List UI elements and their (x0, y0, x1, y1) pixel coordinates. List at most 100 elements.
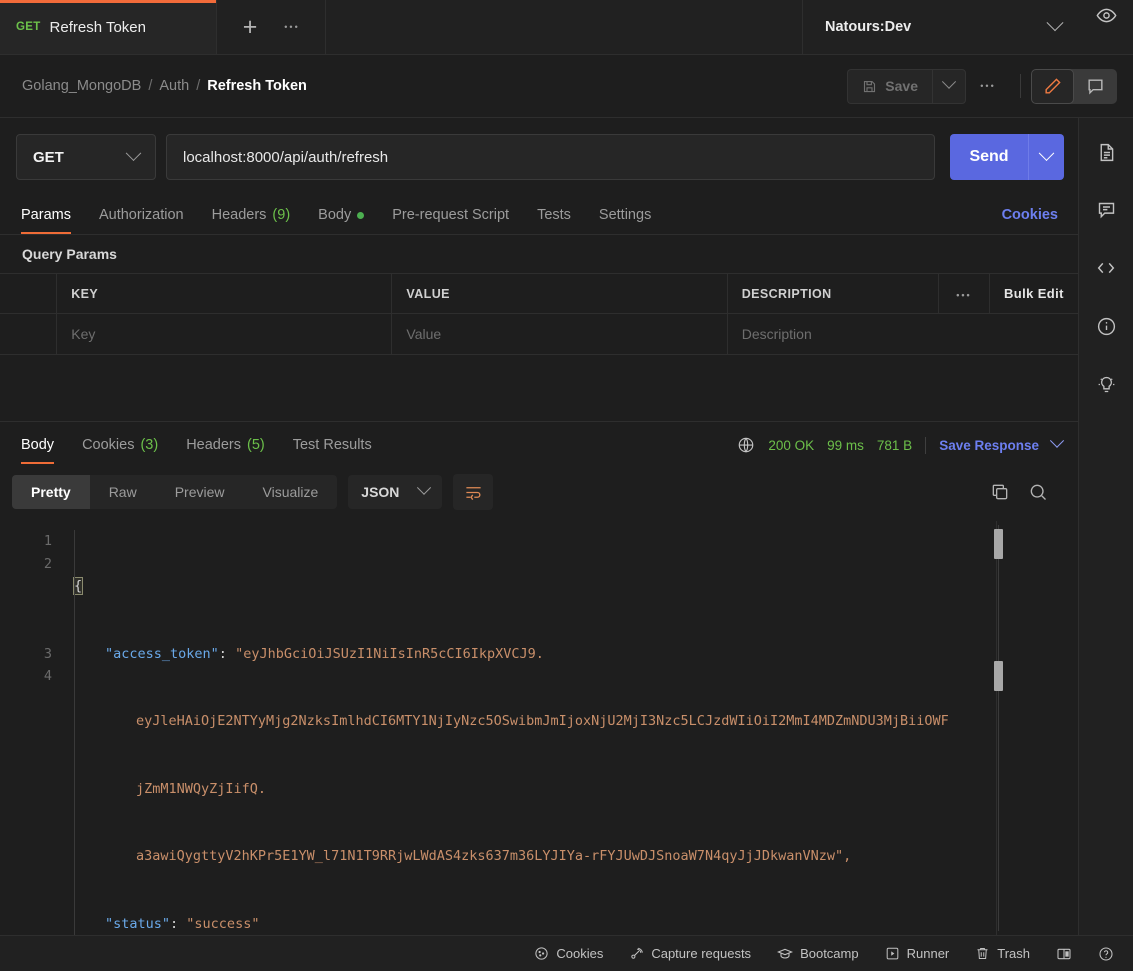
response-tab-headers[interactable]: Headers (5) (172, 437, 279, 464)
sidebar-item-comments[interactable] (1086, 190, 1126, 230)
url-input[interactable] (166, 134, 935, 180)
tab-pre-request-script[interactable]: Pre-request Script (378, 207, 523, 234)
tab-pre-request-script-label: Pre-request Script (392, 207, 509, 223)
edit-mode-button[interactable] (1031, 69, 1074, 104)
request-tabs: Params Authorization Headers (9) Body Pr… (0, 194, 1078, 234)
row-key-input[interactable]: Key (57, 314, 392, 355)
comment-mode-button[interactable] (1074, 69, 1117, 104)
code-line-3: "status": "success" (74, 913, 1078, 936)
body-modified-dot-icon (357, 212, 364, 219)
line-number: 4 (0, 665, 52, 688)
code-line-1: { (74, 575, 1078, 598)
request-tab-refresh-token[interactable]: GET Refresh Token (0, 0, 217, 54)
view-mode-raw[interactable]: Raw (90, 475, 156, 509)
query-params-panel: Query Params KEY VALUE DESCRIPTION ••• (0, 234, 1078, 421)
tab-tests[interactable]: Tests (523, 207, 585, 234)
breadcrumb-collection[interactable]: Golang_MongoDB (22, 78, 141, 94)
column-value: VALUE (392, 274, 727, 314)
save-response-button[interactable]: Save Response (939, 438, 1039, 453)
response-scrollbar[interactable] (994, 521, 1012, 935)
copy-response-button[interactable] (990, 482, 1010, 502)
view-mode-visualize[interactable]: Visualize (244, 475, 338, 509)
footer-trash-label: Trash (997, 946, 1030, 961)
token-value-part-1: "eyJhbGciOiJSUzI1NiIsInR5cCI6IkpXVCJ9. (235, 646, 544, 662)
footer-trash-button[interactable]: Trash (962, 936, 1043, 971)
breadcrumb-folder[interactable]: Auth (159, 78, 189, 94)
response-tab-test-results-label: Test Results (293, 437, 372, 453)
tab-body[interactable]: Body (304, 207, 378, 234)
code-line-2-wrap-c: a3awiQygttyV2hKPr5E1YW_l71N1T9RRjwLWdAS4… (74, 845, 1078, 868)
tab-options-button[interactable]: ••• (273, 8, 311, 46)
tab-tests-label: Tests (537, 207, 571, 223)
send-button[interactable]: Send (950, 134, 1028, 180)
row-description-input[interactable]: Description (727, 314, 1078, 355)
response-tab-headers-label: Headers (186, 437, 241, 453)
tab-params[interactable]: Params (16, 207, 85, 234)
chevron-down-icon (942, 75, 956, 89)
sidebar-item-lightbulb[interactable] (1086, 364, 1126, 404)
footer-runner-button[interactable]: Runner (872, 936, 963, 971)
footer-cookies-button[interactable]: Cookies (521, 936, 616, 971)
footer-help-button[interactable] (1085, 936, 1127, 971)
tab-authorization-label: Authorization (99, 207, 184, 223)
copy-icon (990, 482, 1010, 502)
scrollbar-thumb-top[interactable] (994, 529, 1003, 559)
line-wrap-spacer (0, 575, 52, 598)
search-icon (1028, 482, 1048, 502)
request-more-button[interactable]: ••• (966, 69, 1010, 104)
json-value-status: "success" (186, 916, 259, 932)
breadcrumb-row: Golang_MongoDB / Auth / Refresh Token Sa… (0, 55, 1133, 118)
sidebar-item-info[interactable] (1086, 306, 1126, 346)
lightbulb-icon (1096, 374, 1117, 395)
bulk-edit-button[interactable]: Bulk Edit (989, 274, 1078, 314)
chevron-down-icon (417, 481, 431, 495)
save-button[interactable]: Save (847, 69, 932, 104)
save-options-button[interactable] (932, 69, 966, 104)
json-key-status: "status" (105, 916, 170, 932)
footer-capture-requests-label: Capture requests (651, 946, 751, 961)
footer-layout-button[interactable] (1043, 936, 1085, 971)
response-tab-cookies[interactable]: Cookies (3) (68, 437, 172, 464)
response-status-bar: 200 OK 99 ms 781 B Save Response (737, 436, 1062, 464)
response-format-selector[interactable]: JSON (348, 475, 442, 509)
tab-settings[interactable]: Settings (585, 207, 665, 234)
tab-authorization[interactable]: Authorization (85, 207, 198, 234)
footer-bootcamp-button[interactable]: Bootcamp (764, 936, 872, 971)
postman-window: GET Refresh Token + ••• Natours:Dev G (0, 0, 1133, 971)
tab-headers[interactable]: Headers (9) (198, 207, 305, 234)
floppy-disk-icon (862, 79, 877, 94)
http-method-selector[interactable]: GET (16, 134, 156, 180)
scrollbar-thumb-bottom[interactable] (994, 661, 1003, 691)
wrap-lines-button[interactable] (453, 474, 493, 510)
pencil-icon (1043, 77, 1062, 96)
response-tab-body[interactable]: Body (16, 437, 68, 464)
divider (925, 437, 926, 454)
params-more-button[interactable]: ••• (939, 274, 990, 314)
response-tab-test-results[interactable]: Test Results (279, 437, 386, 464)
new-tab-button[interactable]: + (231, 8, 269, 46)
select-all-cell[interactable] (0, 274, 57, 314)
tab-title-label: Refresh Token (50, 19, 146, 36)
row-value-input[interactable]: Value (392, 314, 727, 355)
chevron-down-icon[interactable] (1050, 434, 1064, 448)
response-body-viewer[interactable]: 1 2 3 4 { "access_token": "eyJhbGciOiJSU… (0, 521, 1078, 935)
more-horizontal-icon: ••• (284, 22, 299, 32)
search-response-button[interactable] (1028, 482, 1048, 502)
save-group: Save (847, 69, 966, 104)
breadcrumb-request[interactable]: Refresh Token (207, 78, 307, 94)
params-empty-space (0, 355, 1078, 421)
view-mode-pretty[interactable]: Pretty (12, 475, 90, 509)
sidebar-item-code-snippet[interactable] (1086, 248, 1126, 288)
row-checkbox-cell[interactable] (0, 314, 57, 355)
request-cookies-link[interactable]: Cookies (1002, 207, 1062, 234)
sidebar-item-documentation[interactable] (1086, 132, 1126, 172)
table-row: Key Value Description (0, 314, 1078, 355)
network-globe-icon[interactable] (737, 436, 755, 454)
environment-quick-look-button[interactable] (1079, 0, 1133, 30)
view-mode-preview[interactable]: Preview (156, 475, 244, 509)
environment-selector[interactable]: Natours:Dev (802, 0, 1079, 54)
response-tab-cookies-label: Cookies (82, 437, 134, 453)
line-number: 3 (0, 643, 52, 666)
footer-capture-requests-button[interactable]: Capture requests (616, 936, 764, 971)
send-options-button[interactable] (1028, 134, 1064, 180)
